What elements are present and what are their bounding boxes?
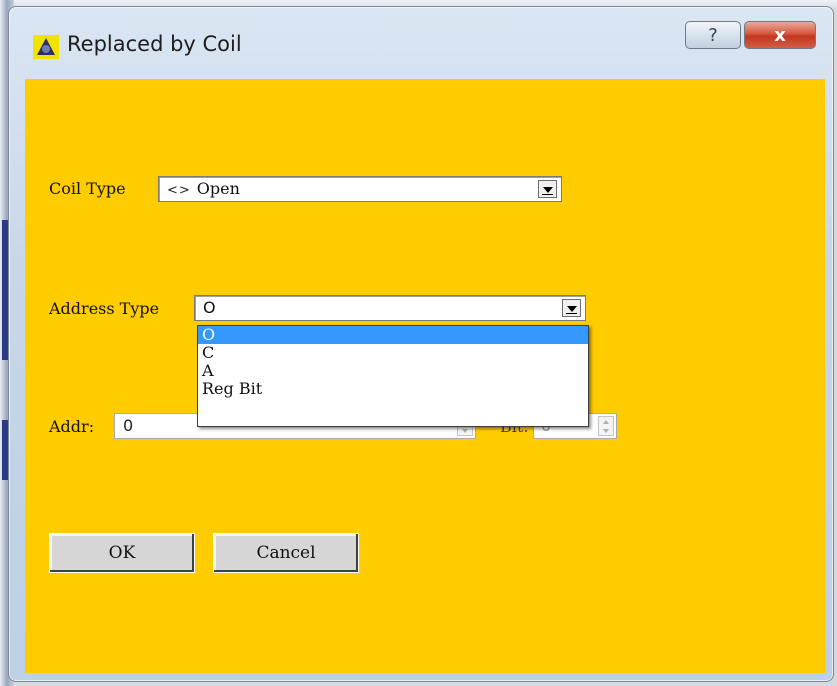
bit-spin-up[interactable] [599, 417, 613, 426]
bit-spinner-icon[interactable] [598, 416, 614, 436]
arrow-underline [566, 313, 577, 314]
coil-type-dropdown-button[interactable] [538, 180, 557, 198]
app-icon [33, 35, 59, 59]
chevron-down-icon [542, 187, 553, 193]
address-type-dropdown-button[interactable] [562, 299, 581, 317]
help-icon: ? [708, 24, 718, 46]
spin-up-icon [603, 419, 609, 424]
dropdown-option-o[interactable]: O [198, 326, 588, 344]
title-bar[interactable]: Replaced by Coil ? x [9, 7, 833, 79]
bit-spin-down[interactable] [599, 426, 613, 435]
addr-spin-down[interactable] [458, 426, 472, 435]
dialog-client-area: Coil Type <> Open Address Type O Addr: 0 [25, 79, 825, 673]
address-type-label: Address Type [49, 299, 160, 318]
help-button[interactable]: ? [685, 21, 741, 49]
window-title: Replaced by Coil [67, 32, 242, 56]
address-type-value: O [203, 298, 216, 317]
dropdown-option-c[interactable]: C [198, 344, 588, 362]
address-type-select[interactable]: O [194, 295, 586, 321]
ok-button[interactable]: OK [49, 533, 195, 573]
chevron-down-icon [566, 306, 577, 312]
coil-type-value: <> Open [167, 179, 240, 198]
dropdown-option-a[interactable]: A [198, 362, 588, 380]
address-type-dropdown-list: O C A Reg Bit [197, 325, 589, 427]
addr-value: 0 [123, 416, 134, 435]
addr-label: Addr: [49, 417, 95, 436]
cancel-button[interactable]: Cancel [213, 533, 359, 573]
coil-symbol-icon: <> [167, 183, 191, 198]
close-icon: x [774, 24, 786, 46]
dialog-window: Replaced by Coil ? x Coil Type <> Open Ad… [8, 6, 834, 682]
arrow-underline [542, 194, 553, 195]
coil-type-text: Open [196, 179, 240, 198]
coil-type-label: Coil Type [49, 179, 126, 198]
spin-down-icon [603, 428, 609, 433]
close-button[interactable]: x [744, 21, 816, 49]
coil-type-select[interactable]: <> Open [158, 176, 562, 202]
dropdown-option-reg-bit[interactable]: Reg Bit [198, 380, 588, 398]
spin-down-icon [462, 428, 468, 433]
